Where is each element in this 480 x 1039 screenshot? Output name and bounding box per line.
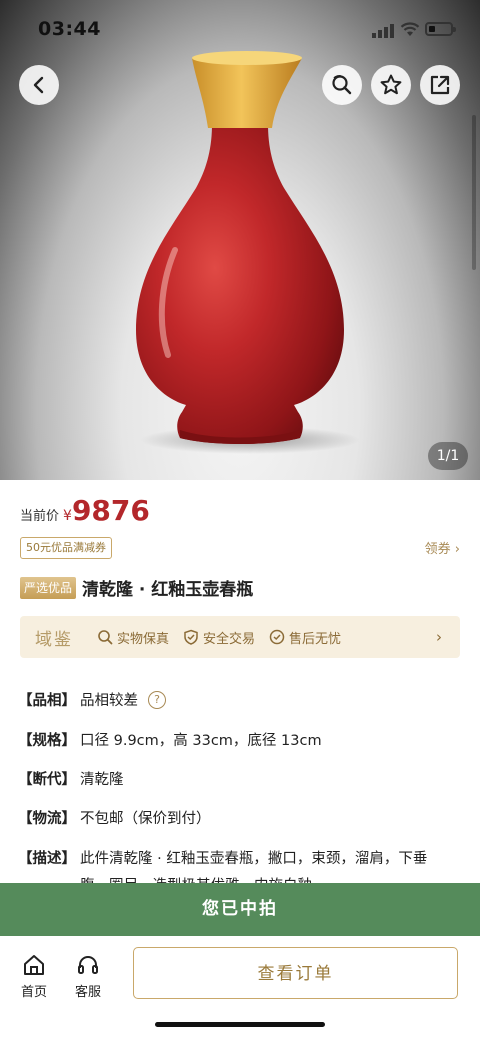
- coupon-tag: 50元优品满减券: [20, 537, 112, 559]
- spec-key: 【规格】: [18, 733, 76, 749]
- spec-key: 【品相】: [18, 693, 76, 709]
- guarantee-brand: 域鉴: [35, 629, 73, 650]
- share-icon: [430, 75, 450, 95]
- guarantee-bar[interactable]: 域鉴 实物保真 安全交易 售后无忧 ›: [20, 616, 460, 658]
- guarantee-item-label: 售后无忧: [289, 631, 342, 647]
- guarantee-item-authentic: 实物保真: [97, 628, 169, 647]
- nav-service-label: 客服: [74, 985, 101, 1000]
- spec-condition: 【品相】 品相较差 ?: [18, 689, 166, 710]
- select-badge: 严选优品: [20, 576, 77, 599]
- back-button[interactable]: [19, 65, 59, 105]
- price-row: 当前价 ¥9876: [20, 494, 150, 530]
- share-button[interactable]: [420, 65, 460, 105]
- spec-description: 【描述】 此件清乾隆 · 红釉玉壶春瓶，撇口，束颈，溜肩，下垂腹，圈足，造型极其…: [18, 846, 448, 884]
- nav-home[interactable]: 首页: [14, 953, 54, 1000]
- headset-icon: [78, 956, 98, 974]
- spec-value: 此件清乾隆 · 红釉玉壶春瓶，撇口，束颈，溜肩，下垂腹，圈足，造型极其优雅，内施…: [80, 851, 428, 884]
- product-image[interactable]: 03:44 1/1: [0, 0, 480, 480]
- battery-icon: [425, 22, 456, 36]
- help-icon[interactable]: ?: [148, 690, 166, 709]
- status-bar: 03:44: [0, 0, 480, 60]
- spec-value: 清乾隆: [80, 772, 124, 788]
- price-label: 当前价: [20, 509, 60, 524]
- nav-service[interactable]: 客服: [68, 953, 108, 1000]
- spec-value: 口径 9.9cm，高 33cm，底径 13cm: [80, 733, 322, 749]
- claim-coupon-link[interactable]: 领券 ›: [425, 538, 460, 557]
- auction-won-banner: 您已中拍: [0, 883, 480, 936]
- bottom-bar: 首页 客服 查看订单: [0, 936, 480, 1039]
- spec-size: 【规格】 口径 9.9cm，高 33cm，底径 13cm: [18, 729, 322, 750]
- guarantee-item-safe: 安全交易: [183, 628, 255, 647]
- home-indicator: [155, 1022, 325, 1027]
- image-page-indicator: 1/1: [428, 442, 468, 470]
- search-button[interactable]: [322, 65, 362, 105]
- shield-icon: [184, 629, 198, 645]
- price-currency: ¥: [63, 508, 72, 524]
- wifi-icon: [400, 22, 420, 36]
- product-title: 清乾隆 · 红釉玉壶春瓶: [82, 580, 254, 600]
- spec-value: 品相较差: [80, 693, 138, 709]
- star-icon: [380, 74, 402, 95]
- product-title-row: 严选优品 清乾隆 · 红釉玉壶春瓶: [20, 575, 253, 600]
- nav-home-label: 首页: [20, 985, 47, 1000]
- search-icon: [98, 630, 113, 645]
- spec-key: 【断代】: [18, 772, 76, 788]
- spec-value: 不包邮（保价到付）: [80, 811, 211, 827]
- signal-icon: [372, 24, 394, 38]
- home-icon: [24, 955, 44, 975]
- spec-key: 【描述】: [18, 851, 76, 867]
- guarantee-item-aftersale: 售后无忧: [269, 628, 341, 647]
- back-icon: [33, 76, 44, 94]
- price-amount: 9876: [71, 494, 150, 527]
- check-circle-icon: [269, 629, 285, 645]
- spec-key: 【物流】: [18, 811, 76, 827]
- chevron-right-icon: ›: [436, 628, 442, 646]
- view-order-button[interactable]: 查看订单: [133, 947, 458, 999]
- image-scrollbar: [472, 115, 476, 270]
- vase-image: [136, 51, 360, 454]
- guarantee-item-label: 实物保真: [117, 631, 170, 647]
- status-time: 03:44: [38, 18, 101, 40]
- guarantee-item-label: 安全交易: [203, 631, 256, 647]
- spec-shipping: 【物流】 不包邮（保价到付）: [18, 807, 211, 828]
- spec-period: 【断代】 清乾隆: [18, 768, 124, 789]
- favorite-button[interactable]: [371, 65, 411, 105]
- search-icon: [332, 75, 352, 95]
